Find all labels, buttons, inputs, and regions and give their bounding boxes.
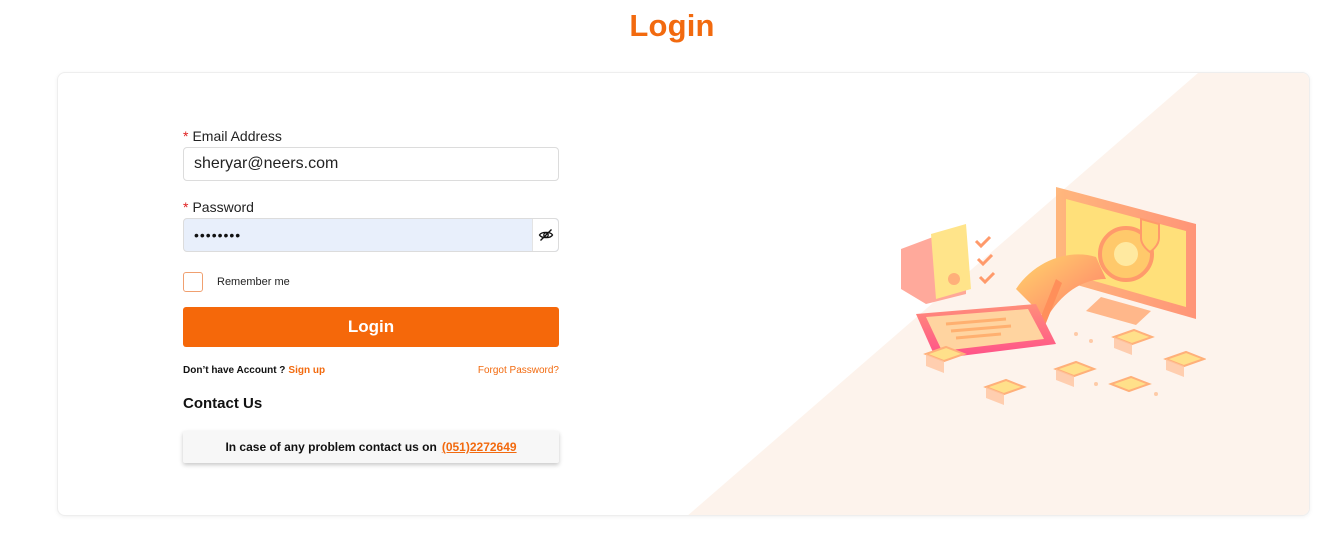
password-label: * Password <box>183 199 254 215</box>
password-field[interactable]: •••••••• <box>183 218 559 252</box>
contact-box: In case of any problem contact us on (05… <box>183 431 559 463</box>
required-mark: * <box>183 128 189 144</box>
phone-link[interactable]: (051)2272649 <box>442 440 517 454</box>
email-label: * Email Address <box>183 128 282 144</box>
remember-me-checkbox[interactable] <box>183 272 203 292</box>
signup-link[interactable]: Sign up <box>288 365 325 376</box>
email-field[interactable]: sheryar@neers.com <box>183 147 559 181</box>
remember-me-label: Remember me <box>217 276 290 288</box>
no-account-text: Don’t have Account ? Sign up <box>183 364 326 376</box>
eye-slash-icon[interactable] <box>532 219 558 251</box>
contact-title: Contact Us <box>183 395 263 412</box>
page-title: Login <box>629 8 715 43</box>
contact-text: In case of any problem contact us on <box>225 440 437 454</box>
login-form: * Email Address sheryar@neers.com * Passwo… <box>183 127 559 463</box>
password-value: •••••••• <box>194 227 242 243</box>
login-button[interactable]: Login <box>183 307 559 347</box>
remember-me-row: Remember me <box>183 272 559 292</box>
email-value: sheryar@neers.com <box>194 155 339 172</box>
login-illustration <box>901 187 1206 405</box>
login-card: * Email Address sheryar@neers.com * Passwo… <box>57 72 1310 516</box>
account-links: Don’t have Account ? Sign up Forgot Passw… <box>183 363 559 377</box>
required-mark: * <box>183 199 189 215</box>
forgot-password-link[interactable]: Forgot Password? <box>478 365 559 376</box>
